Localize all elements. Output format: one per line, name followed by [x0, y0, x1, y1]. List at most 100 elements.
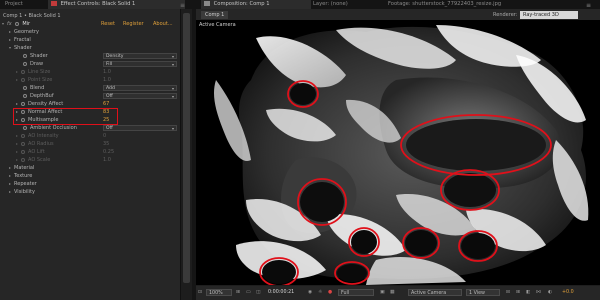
renderer-label: Renderer:	[493, 12, 518, 18]
always-preview-icon[interactable]: ⊡	[198, 289, 202, 296]
reset-link[interactable]: Reset	[101, 20, 115, 28]
stopwatch-icon[interactable]	[23, 125, 27, 130]
prop-ao-radius: AO Radius 35	[0, 140, 180, 148]
reset-exposure-icon[interactable]: ◐	[548, 289, 552, 296]
toggle-pixel-aspect-icon[interactable]: ⊟	[506, 289, 510, 296]
color-channel-icon[interactable]: ●	[328, 289, 332, 296]
exposure-value[interactable]: +0.0	[562, 289, 574, 296]
prop-line-size: Line Size 1.0	[0, 68, 180, 76]
panel-tab-bar: Project Effect Controls: Black Solid 1 C…	[0, 0, 600, 9]
tab-effect-controls[interactable]: Effect Controls: Black Solid 1	[48, 0, 185, 9]
view-layout-dropdown[interactable]: 1 View	[466, 289, 500, 296]
point-size-value[interactable]: 1.0	[103, 76, 111, 84]
stopwatch-icon[interactable]	[23, 61, 27, 66]
current-time[interactable]: 0:00:00:21	[268, 289, 294, 296]
render-preview	[196, 20, 600, 285]
line-size-value[interactable]: 1.0	[103, 68, 111, 76]
effect-name: Mir	[22, 21, 31, 27]
expand-triangle-icon[interactable]	[9, 30, 11, 33]
about-link[interactable]: About...	[153, 20, 173, 28]
resolution-dropdown[interactable]: Full	[338, 289, 374, 296]
viewer-toolbar: ⊡ 100% ⊞ ▭ ◫ 0:00:00:21 ◉ ☼ ● Full ▣ ▦ A…	[196, 286, 600, 300]
expand-triangle-icon[interactable]	[16, 158, 18, 161]
zoom-dropdown[interactable]: 100%	[206, 289, 232, 296]
stopwatch-icon[interactable]	[23, 93, 27, 98]
expand-triangle-icon[interactable]	[9, 174, 11, 177]
expand-triangle-icon[interactable]	[16, 78, 18, 81]
prop-blend: Blend Add	[0, 84, 180, 92]
prop-ao-scale: AO Scale 1.0	[0, 156, 180, 164]
annotation-highlight-box	[13, 108, 118, 125]
scrollbar-thumb[interactable]	[183, 13, 190, 283]
expand-triangle-icon[interactable]	[16, 70, 18, 73]
draw-dropdown[interactable]: Fill	[103, 61, 177, 67]
flowchart-icon[interactable]: ⊞	[516, 289, 520, 296]
ao-intensity-value[interactable]: 0	[103, 132, 106, 140]
camera-view-dropdown[interactable]: Active Camera	[408, 289, 462, 296]
depthbuf-dropdown[interactable]: Off	[103, 93, 177, 99]
stopwatch-icon[interactable]	[21, 149, 25, 154]
expand-triangle-icon[interactable]	[9, 38, 11, 41]
safe-margins-icon[interactable]: ⊞	[236, 289, 240, 296]
group-repeater[interactable]: Repeater	[0, 180, 180, 188]
panel-menu-icon[interactable]: ≡	[586, 2, 591, 9]
group-fractal[interactable]: Fractal	[0, 36, 180, 44]
expand-triangle-icon[interactable]	[16, 134, 18, 137]
snapshot-icon[interactable]: ◉	[308, 289, 312, 296]
effect-controls-panel: Comp 1 • Black Solid 1 fx Mir Reset Regi…	[0, 9, 192, 300]
ao-radius-value[interactable]: 35	[103, 140, 109, 148]
stopwatch-icon[interactable]	[21, 133, 25, 138]
tab-footage[interactable]: Footage: shutterstock_77922403_resize.jp…	[385, 0, 504, 9]
comp-flowchart-icon[interactable]: ⋈	[536, 289, 541, 296]
layer-name: Comp 1 • Black Solid 1	[3, 13, 61, 19]
ambient-occlusion-dropdown[interactable]: Off	[103, 125, 177, 131]
timeline-icon[interactable]: ◧	[526, 289, 531, 296]
group-shader[interactable]: Shader	[0, 44, 180, 52]
tab-composition[interactable]: Composition: Comp 1	[201, 0, 311, 9]
group-texture[interactable]: Texture	[0, 172, 180, 180]
stopwatch-icon[interactable]	[23, 85, 27, 90]
prop-draw: Draw Fill	[0, 60, 180, 68]
effect-icon	[51, 1, 57, 6]
prop-ambient-occlusion: Ambient Occlusion Off	[0, 124, 180, 132]
stopwatch-icon[interactable]	[15, 21, 20, 26]
group-visibility[interactable]: Visibility	[0, 188, 180, 196]
stopwatch-icon[interactable]	[21, 77, 25, 82]
show-snapshot-icon[interactable]: ☼	[318, 289, 322, 296]
fx-icon[interactable]: fx	[7, 21, 12, 27]
mask-visibility-icon[interactable]: ▭	[246, 289, 251, 296]
stopwatch-icon[interactable]	[21, 157, 25, 162]
blend-dropdown[interactable]: Add	[103, 85, 177, 91]
effect-header-row: fx Mir Reset Register About...	[0, 20, 180, 28]
fast-previews-icon[interactable]: ▣	[380, 289, 385, 296]
tab-project[interactable]: Project	[2, 0, 26, 9]
ao-lift-value[interactable]: 0.25	[103, 148, 114, 156]
group-geometry[interactable]: Geometry	[0, 28, 180, 36]
collapse-triangle-icon[interactable]	[9, 46, 11, 49]
shader-dropdown[interactable]: Density	[103, 53, 177, 59]
expand-triangle-icon[interactable]	[9, 166, 11, 169]
comp-1-tab[interactable]: Comp 1	[201, 11, 229, 19]
density-affect-value[interactable]: 67	[103, 100, 109, 108]
stopwatch-icon[interactable]	[23, 53, 27, 58]
renderer-dropdown[interactable]: Ray-traced 3D	[520, 11, 578, 19]
stopwatch-icon[interactable]	[21, 141, 25, 146]
prop-density-affect: Density Affect 67	[0, 100, 180, 108]
stopwatch-icon[interactable]	[21, 69, 25, 74]
stopwatch-icon[interactable]	[21, 101, 25, 106]
prop-ao-lift: AO Lift 0.25	[0, 148, 180, 156]
ao-scale-value[interactable]: 1.0	[103, 156, 111, 164]
tab-layer[interactable]: Layer: (none)	[310, 0, 351, 9]
composition-viewer[interactable]	[196, 20, 600, 285]
expand-triangle-icon[interactable]	[16, 102, 18, 105]
expand-triangle-icon[interactable]	[9, 190, 11, 193]
collapse-triangle-icon[interactable]	[2, 22, 4, 25]
region-of-interest-icon[interactable]: ◫	[256, 289, 261, 296]
panel-menu-icon-left[interactable]: ≡	[180, 2, 185, 9]
expand-triangle-icon[interactable]	[16, 150, 18, 153]
group-material[interactable]: Material	[0, 164, 180, 172]
register-link[interactable]: Register	[123, 20, 144, 28]
expand-triangle-icon[interactable]	[16, 142, 18, 145]
expand-triangle-icon[interactable]	[9, 182, 11, 185]
transparency-grid-icon[interactable]: ▦	[390, 289, 395, 296]
